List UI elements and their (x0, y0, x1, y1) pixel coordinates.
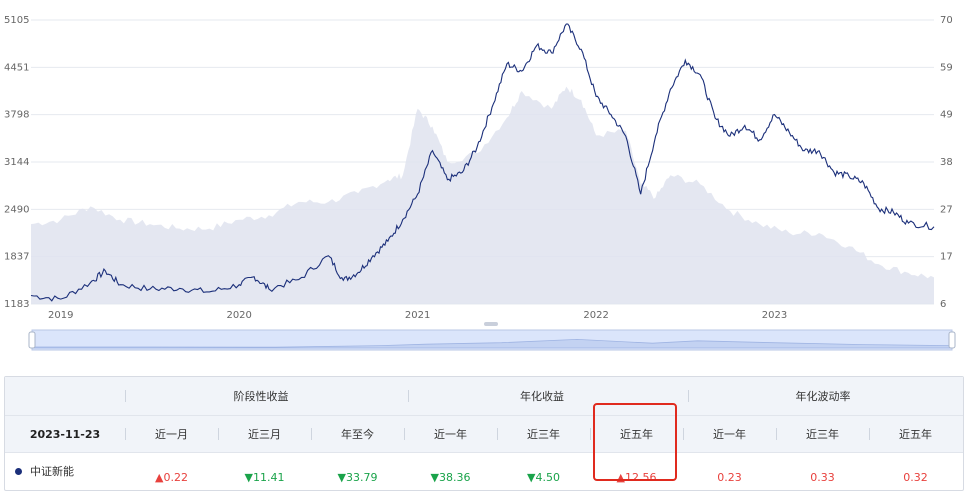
left-tick-label: 1183 (4, 299, 29, 310)
col-header[interactable]: 近一月 (125, 426, 218, 442)
divider (408, 390, 409, 402)
col-header[interactable]: 近三年 (776, 426, 869, 442)
column-header-row: 2023-11-23 近一月 近三月 年至今 近一年 近三年 近五年 近一年 近… (5, 416, 963, 453)
index-name: 中证新能 (30, 465, 74, 478)
col-header[interactable]: 近三月 (218, 426, 311, 442)
group-annualized-returns: 年化收益 (520, 390, 564, 403)
left-axis: 5105 4451 3798 3144 2490 1837 1183 (4, 15, 29, 310)
index-chart: 5105 4451 3798 3144 2490 1837 1183 70 59 49 38 27 1… (4, 15, 956, 351)
navigator-grip[interactable] (484, 322, 498, 326)
left-tick-label: 3144 (4, 157, 29, 168)
divider (311, 428, 312, 440)
divider (590, 428, 591, 440)
divider (869, 428, 870, 440)
divider (688, 390, 689, 402)
divider (404, 428, 405, 440)
divider (776, 428, 777, 440)
value-cell: ▲0.22 (155, 471, 188, 484)
value-cell: 0.32 (903, 471, 928, 484)
value-cell: ▼4.50 (527, 471, 560, 484)
x-tick-label: 2022 (583, 310, 608, 321)
left-tick-label: 5105 (4, 15, 29, 26)
left-tick-label: 4451 (4, 62, 29, 73)
right-tick-label: 59 (940, 62, 953, 73)
date-header: 2023-11-23 (29, 427, 101, 441)
divider (125, 390, 126, 402)
group-header-row: 阶段性收益 年化收益 年化波动率 (5, 377, 963, 416)
divider (218, 428, 219, 440)
right-tick-label: 38 (940, 157, 953, 168)
highlight-box (593, 403, 677, 481)
index-name-cell: 中证新能 (15, 463, 125, 479)
x-tick-label: 2023 (762, 310, 787, 321)
performance-table: 阶段性收益 年化收益 年化波动率 2023-11-23 近一月 近三月 年至今 … (4, 376, 964, 491)
right-tick-label: 70 (940, 15, 953, 26)
right-tick-label: 17 (940, 252, 953, 263)
navigator-right-handle[interactable] (948, 331, 956, 349)
right-axis: 70 59 49 38 27 17 6 (940, 15, 953, 310)
right-tick-label: 6 (940, 299, 946, 310)
divider (497, 428, 498, 440)
x-tick-label: 2021 (405, 310, 430, 321)
navigator-left-handle[interactable] (28, 331, 36, 349)
range-navigator[interactable] (28, 322, 956, 351)
right-tick-label: 27 (940, 204, 953, 215)
left-tick-label: 2490 (4, 204, 29, 215)
group-stage-returns: 阶段性收益 (233, 390, 289, 403)
col-header[interactable]: 年至今 (311, 426, 404, 442)
x-axis: 2019 2020 2021 2022 2023 (48, 310, 787, 321)
col-header[interactable]: 近五年 (869, 426, 962, 442)
left-tick-label: 3798 (4, 110, 29, 121)
divider (683, 428, 684, 440)
col-header[interactable]: 近三年 (497, 426, 590, 442)
value-cell: ▼38.36 (430, 471, 471, 484)
divider (125, 428, 126, 440)
series-marker (15, 467, 22, 475)
table-row: 中证新能 ▲0.22 ▼11.41 ▼33.79 ▼38.36 ▼4.50 ▲12.56 0… (5, 453, 963, 489)
value-cell: ▼33.79 (337, 471, 378, 484)
value-cell: ▼11.41 (244, 471, 285, 484)
left-tick-label: 1837 (4, 252, 29, 263)
group-annualized-volatility: 年化波动率 (795, 390, 851, 403)
right-tick-label: 49 (940, 110, 953, 121)
x-tick-label: 2020 (226, 310, 251, 321)
value-cell: 0.23 (717, 471, 742, 484)
col-header[interactable]: 近一年 (683, 426, 776, 442)
valuation-area (31, 86, 934, 304)
x-tick-label: 2019 (48, 310, 73, 321)
col-header[interactable]: 近一年 (404, 426, 497, 442)
value-cell: 0.33 (810, 471, 835, 484)
